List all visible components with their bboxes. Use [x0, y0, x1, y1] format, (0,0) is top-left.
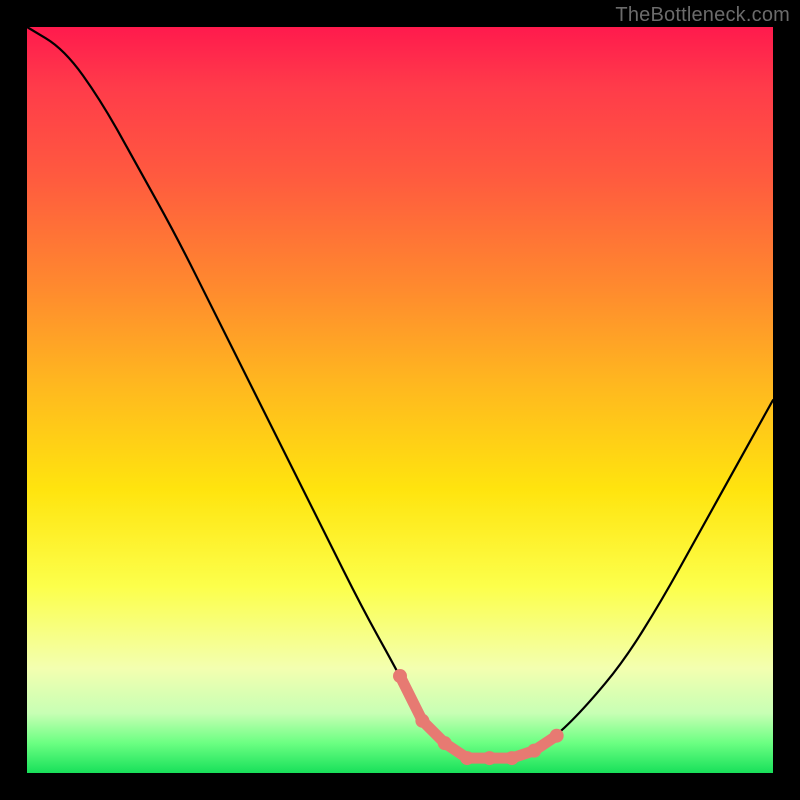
bottleneck-curve [27, 27, 773, 758]
watermark-text: TheBottleneck.com [615, 4, 790, 27]
optimal-point [550, 729, 564, 743]
optimal-point [438, 736, 452, 750]
optimal-point [527, 744, 541, 758]
curve-svg [27, 27, 773, 773]
optimal-point [483, 751, 497, 765]
optimal-point [415, 714, 429, 728]
plot-area [27, 27, 773, 773]
optimal-point [393, 669, 407, 683]
chart-frame: TheBottleneck.com [0, 0, 800, 800]
optimal-range-markers [393, 669, 564, 765]
optimal-point [505, 751, 519, 765]
optimal-point [460, 751, 474, 765]
